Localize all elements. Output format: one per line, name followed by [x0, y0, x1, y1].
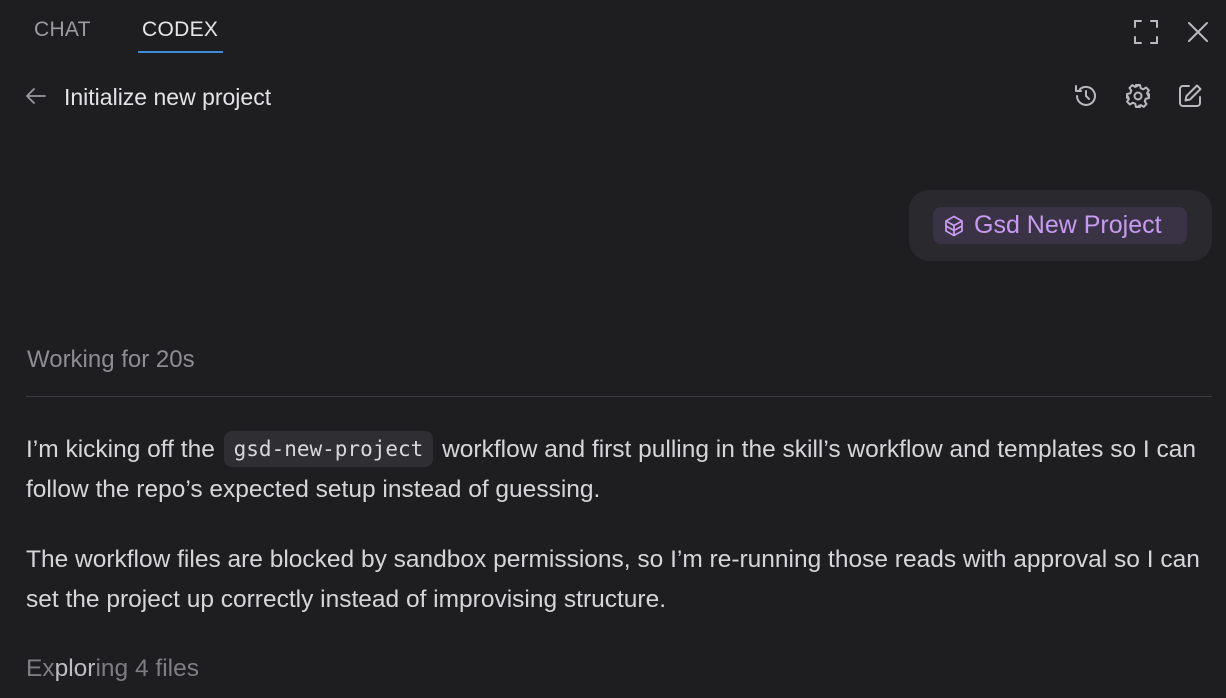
- expand-icon[interactable]: [1131, 17, 1161, 47]
- tab-chat[interactable]: CHAT: [34, 18, 91, 42]
- cube-stack-icon: [943, 215, 965, 237]
- user-message-bubble: Gsd New Project: [909, 190, 1212, 261]
- back-arrow-icon[interactable]: [22, 82, 50, 110]
- activity-status[interactable]: Exploring 4 files: [26, 655, 199, 683]
- divider: [26, 396, 1212, 397]
- activity-text-shimmer: plor: [54, 655, 96, 682]
- active-tab-indicator: [138, 51, 223, 53]
- activity-text-suffix: ing 4 files: [95, 655, 199, 682]
- skill-chip[interactable]: Gsd New Project: [933, 207, 1187, 244]
- assistant-message: The workflow files are blocked by sandbo…: [26, 546, 1200, 613]
- settings-icon[interactable]: [1122, 80, 1154, 112]
- new-chat-icon[interactable]: [1174, 80, 1206, 112]
- working-status[interactable]: Working for 20s: [27, 346, 195, 374]
- close-icon[interactable]: [1183, 17, 1213, 47]
- tab-codex[interactable]: CODEX: [142, 18, 218, 42]
- assistant-message: I’m kicking off the gsd-new-project work…: [26, 430, 1206, 510]
- thread-header: Initialize new project: [0, 72, 1226, 122]
- tab-bar: CHAT CODEX: [0, 0, 1226, 60]
- thread-title: Initialize new project: [64, 84, 272, 110]
- inline-code: gsd-new-project: [223, 431, 434, 467]
- message-text: I’m kicking off the: [26, 436, 222, 463]
- skill-chip-label: Gsd New Project: [974, 211, 1162, 239]
- activity-text-prefix: Ex: [26, 655, 55, 682]
- history-icon[interactable]: [1070, 80, 1102, 112]
